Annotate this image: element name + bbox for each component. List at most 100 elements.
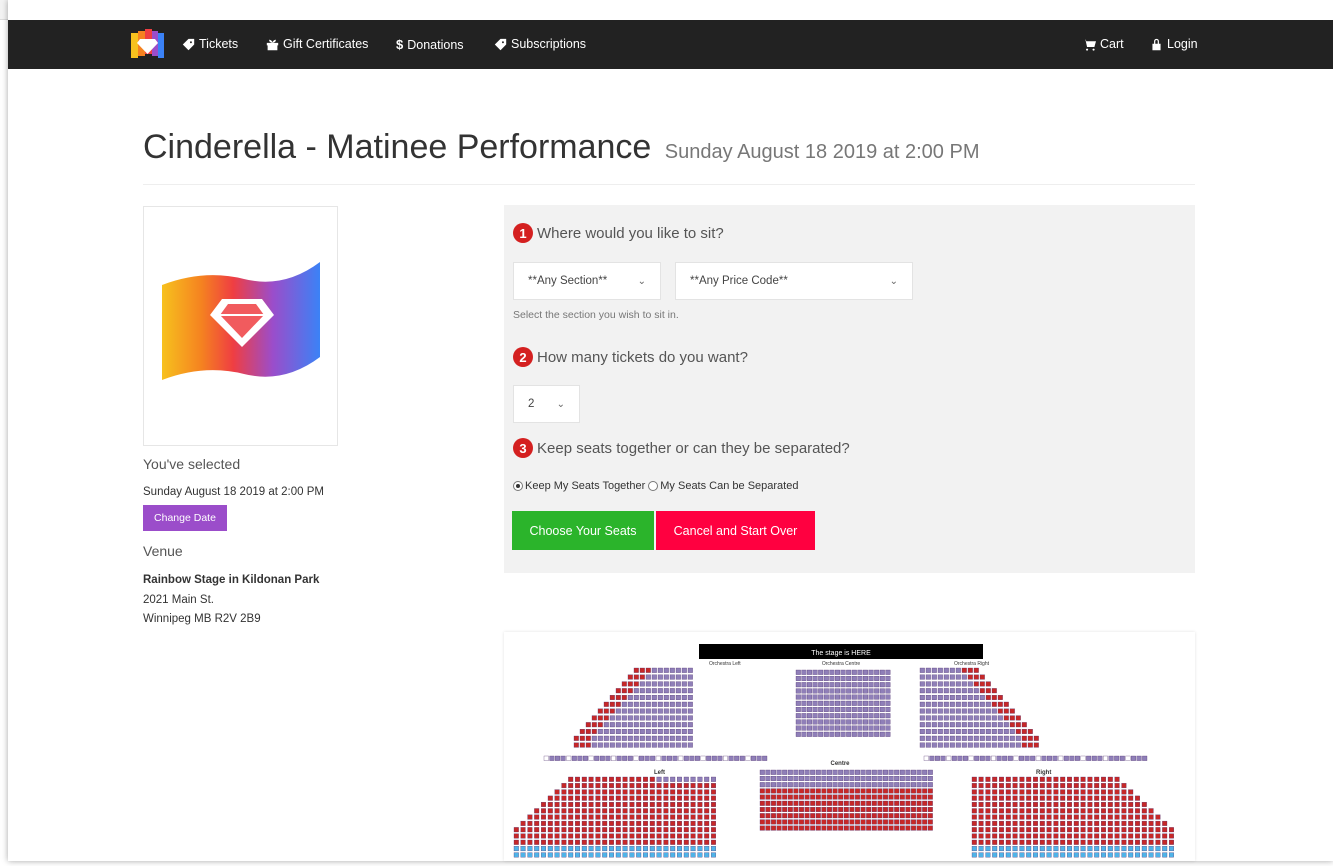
seat[interactable]	[829, 694, 835, 700]
seat[interactable]	[937, 715, 943, 721]
seat[interactable]	[1073, 808, 1079, 814]
seat[interactable]	[1087, 795, 1093, 801]
seat[interactable]	[849, 769, 855, 775]
seat[interactable]	[622, 852, 628, 858]
seat[interactable]	[609, 715, 615, 721]
seat[interactable]	[821, 800, 827, 806]
seat[interactable]	[866, 782, 872, 788]
seat[interactable]	[711, 755, 717, 761]
seat[interactable]	[621, 715, 627, 721]
nav-tickets[interactable]: Tickets	[182, 37, 238, 51]
seat[interactable]	[823, 719, 829, 725]
seat[interactable]	[843, 813, 849, 819]
seat[interactable]	[855, 782, 860, 788]
seat[interactable]	[695, 755, 700, 761]
seat[interactable]	[868, 719, 874, 725]
seat[interactable]	[782, 794, 788, 800]
seat[interactable]	[1135, 839, 1140, 845]
seat[interactable]	[879, 719, 885, 725]
seat[interactable]	[683, 789, 689, 795]
seat[interactable]	[765, 788, 771, 794]
seat[interactable]	[1073, 820, 1079, 826]
seat[interactable]	[1053, 802, 1059, 807]
seat[interactable]	[985, 833, 991, 839]
seat[interactable]	[922, 825, 928, 831]
seat[interactable]	[1141, 814, 1147, 820]
seat[interactable]	[603, 735, 609, 741]
seat[interactable]	[579, 729, 585, 734]
seat[interactable]	[663, 708, 669, 714]
seat[interactable]	[829, 719, 835, 725]
seat[interactable]	[978, 776, 984, 782]
seat[interactable]	[541, 839, 546, 845]
seat[interactable]	[835, 719, 840, 725]
seat[interactable]	[801, 731, 807, 737]
seat[interactable]	[894, 800, 900, 806]
seat[interactable]	[877, 788, 883, 794]
seat[interactable]	[1101, 783, 1106, 789]
seat[interactable]	[855, 794, 860, 800]
seat[interactable]	[985, 715, 991, 721]
seat[interactable]	[973, 674, 979, 680]
seat[interactable]	[645, 729, 651, 734]
seat[interactable]	[1067, 802, 1072, 807]
seat[interactable]	[622, 789, 628, 795]
seat[interactable]	[883, 800, 888, 806]
seat[interactable]	[860, 807, 866, 812]
seat[interactable]	[1021, 735, 1027, 741]
seat[interactable]	[615, 722, 621, 728]
seat[interactable]	[1005, 795, 1011, 801]
seat[interactable]	[1005, 846, 1011, 852]
theatre-logo[interactable]	[131, 28, 164, 60]
seat[interactable]	[804, 825, 810, 831]
seat[interactable]	[916, 788, 922, 794]
seat[interactable]	[877, 782, 883, 788]
seat[interactable]	[925, 695, 931, 700]
seat[interactable]	[1060, 833, 1066, 839]
seat[interactable]	[857, 669, 863, 675]
seat[interactable]	[937, 681, 943, 687]
seat[interactable]	[937, 695, 943, 700]
seat[interactable]	[782, 807, 788, 812]
seat[interactable]	[621, 735, 627, 741]
seat[interactable]	[1021, 722, 1027, 728]
seat[interactable]	[588, 755, 594, 761]
seat[interactable]	[675, 681, 681, 687]
seat[interactable]	[1128, 802, 1134, 807]
seat[interactable]	[787, 788, 793, 794]
seat[interactable]	[561, 827, 567, 833]
seat[interactable]	[851, 688, 857, 694]
seat[interactable]	[776, 825, 782, 831]
seat[interactable]	[866, 788, 872, 794]
seat[interactable]	[985, 695, 991, 700]
seat[interactable]	[621, 722, 627, 728]
seat[interactable]	[899, 813, 905, 819]
seat[interactable]	[633, 715, 639, 721]
seat[interactable]	[860, 776, 866, 781]
seat[interactable]	[581, 814, 587, 820]
seat[interactable]	[1155, 852, 1161, 858]
seat[interactable]	[683, 846, 689, 852]
seat[interactable]	[971, 846, 977, 852]
seat[interactable]	[799, 776, 804, 781]
seat[interactable]	[690, 839, 696, 845]
seat[interactable]	[657, 722, 663, 728]
seat[interactable]	[588, 808, 594, 814]
seat[interactable]	[1073, 846, 1079, 852]
seat[interactable]	[656, 776, 662, 782]
seat[interactable]	[899, 807, 905, 812]
seat[interactable]	[520, 839, 526, 845]
seat[interactable]	[851, 700, 857, 706]
seat[interactable]	[575, 808, 580, 814]
seat[interactable]	[1053, 808, 1059, 814]
seat[interactable]	[579, 735, 585, 741]
seat[interactable]	[821, 782, 827, 788]
seat[interactable]	[866, 819, 872, 825]
seat[interactable]	[639, 688, 645, 694]
seat[interactable]	[815, 788, 821, 794]
seat[interactable]	[609, 722, 615, 728]
seat[interactable]	[823, 700, 829, 706]
seat[interactable]	[1094, 808, 1100, 814]
seat[interactable]	[849, 813, 855, 819]
seat[interactable]	[931, 735, 937, 741]
